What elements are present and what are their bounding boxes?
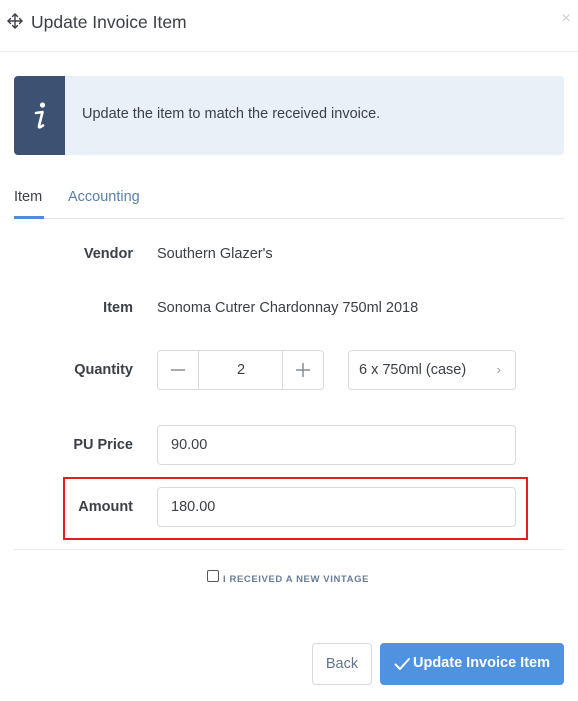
- back-button[interactable]: Back: [312, 643, 372, 685]
- info-banner: Update the item to match the received in…: [14, 76, 564, 155]
- info-banner-side: [14, 76, 65, 155]
- amount-input[interactable]: [157, 487, 516, 527]
- unit-select[interactable]: 6 x 750ml (case) ›: [348, 350, 516, 390]
- pu-price-input[interactable]: [157, 425, 516, 465]
- move-icon[interactable]: [6, 12, 24, 30]
- quantity-value[interactable]: 2: [199, 351, 283, 389]
- minus-icon: [171, 369, 185, 371]
- plus-icon: [296, 363, 310, 377]
- item-value: Sonoma Cutrer Chardonnay 750ml 2018: [157, 300, 419, 316]
- close-icon[interactable]: ×: [558, 11, 574, 27]
- vendor-label: Vendor: [83, 246, 133, 262]
- vendor-value: Southern Glazer's: [157, 246, 273, 262]
- decrement-button[interactable]: [158, 351, 199, 389]
- increment-button[interactable]: [282, 351, 323, 389]
- tab-item-active-indicator: [14, 216, 44, 219]
- info-icon: [34, 102, 46, 129]
- new-vintage-checkbox[interactable]: [207, 570, 219, 582]
- update-invoice-item-button[interactable]: Update Invoice Item: [380, 643, 564, 685]
- item-label: Item: [103, 300, 133, 316]
- new-vintage-label[interactable]: I RECEIVED A NEW VINTAGE: [223, 574, 369, 585]
- dialog-header: Update Invoice Item ×: [0, 0, 578, 52]
- check-icon: [394, 658, 410, 670]
- update-invoice-item-label: Update Invoice Item: [413, 655, 550, 671]
- tab-accounting[interactable]: Accounting: [68, 189, 140, 205]
- quantity-label: Quantity: [74, 362, 133, 378]
- pu-price-label: PU Price: [73, 437, 133, 453]
- tab-bar: Item Accounting: [14, 180, 564, 219]
- amount-label: Amount: [78, 499, 133, 515]
- unit-select-value: 6 x 750ml (case): [359, 362, 467, 378]
- info-message: Update the item to match the received in…: [82, 106, 381, 122]
- chevron-right-icon: ›: [496, 362, 501, 377]
- divider: [14, 549, 564, 550]
- quantity-stepper: 2: [157, 350, 324, 390]
- tab-item[interactable]: Item: [14, 189, 42, 205]
- dialog-title: Update Invoice Item: [31, 12, 187, 32]
